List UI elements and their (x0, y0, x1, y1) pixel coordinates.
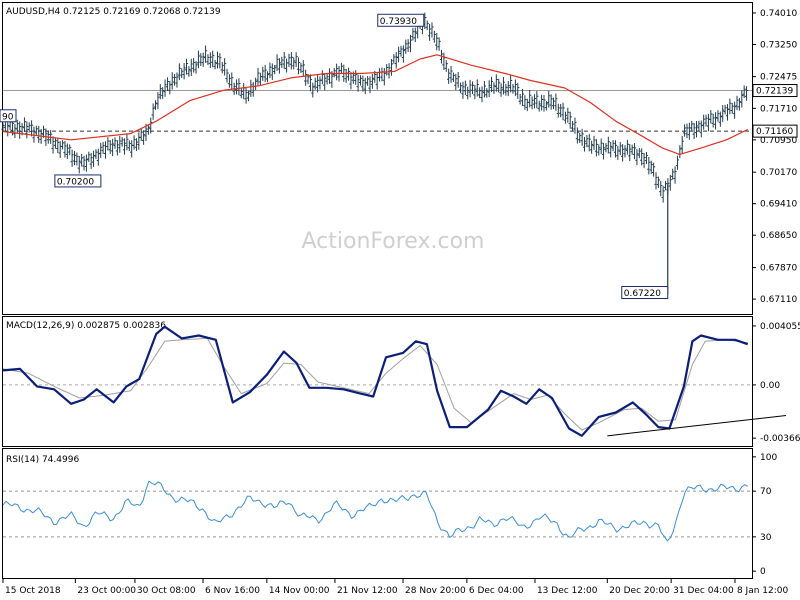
x-tick-label: 8 Jan 12:00 (737, 586, 789, 596)
price-annotation-label: 0.67220 (624, 289, 661, 299)
price-y-tick-label: 0.70170 (760, 168, 797, 178)
price-y-tick-label: 0.69410 (760, 200, 797, 210)
macd-y-tick-label: -0.003662 (760, 434, 800, 444)
macd-y-tick-label: 0.00 (760, 381, 780, 391)
price-y-tick-label: 0.72475 (760, 73, 797, 83)
x-tick-label: 13 Dec 12:00 (537, 586, 598, 596)
price-y-tick-label: 0.68650 (760, 231, 797, 241)
price-hline-label: 0.72139 (756, 87, 793, 97)
rsi-y-tick-label: 70 (760, 487, 772, 497)
x-tick-label: 6 Nov 16:00 (205, 586, 260, 596)
macd-panel-title: MACD(12,26,9) 0.002875 0.002836 (6, 321, 166, 331)
x-tick-label: 30 Oct 08:00 (137, 586, 196, 596)
price-annotation-label: 0.73930 (380, 17, 417, 27)
rsi-panel-title: RSI(14) 74.4996 (6, 455, 79, 465)
rsi-y-tick-label: 100 (760, 453, 777, 463)
x-tick-label: 14 Nov 00:00 (269, 586, 330, 596)
price-annotation-label: 90 (2, 112, 14, 122)
price-y-tick-label: 0.67870 (760, 264, 797, 274)
x-tick-label: 6 Dec 04:00 (469, 586, 524, 596)
x-tick-label: 15 Oct 2018 (5, 586, 61, 596)
rsi-y-tick-label: 30 (760, 533, 772, 543)
x-tick-label: 31 Dec 04:00 (673, 586, 734, 596)
macd-y-tick-label: 0.004055 (760, 322, 800, 332)
x-tick-label: 20 Dec 20:00 (609, 586, 670, 596)
price-y-tick-label: 0.71710 (760, 104, 797, 114)
x-tick-label: 21 Nov 12:00 (337, 586, 398, 596)
watermark-text: ActionForex.com (302, 229, 485, 254)
price-y-tick-label: 0.74010 (760, 9, 797, 19)
price-annotation-label: 0.70200 (57, 177, 94, 187)
x-tick-label: 28 Nov 20:00 (405, 586, 466, 596)
price-y-tick-label: 0.73250 (760, 40, 797, 50)
chart-canvas: ActionForex.com AUDUSD,H4 0.72125 0.7216… (0, 0, 800, 600)
x-tick-label: 23 Oct 00:00 (77, 586, 136, 596)
price-hline-label: 0.71160 (756, 127, 793, 137)
price-panel-title: AUDUSD,H4 0.72125 0.72169 0.72068 0.7213… (6, 7, 221, 17)
rsi-y-tick-label: 0 (760, 567, 766, 577)
price-y-tick-label: 0.67110 (760, 295, 797, 305)
